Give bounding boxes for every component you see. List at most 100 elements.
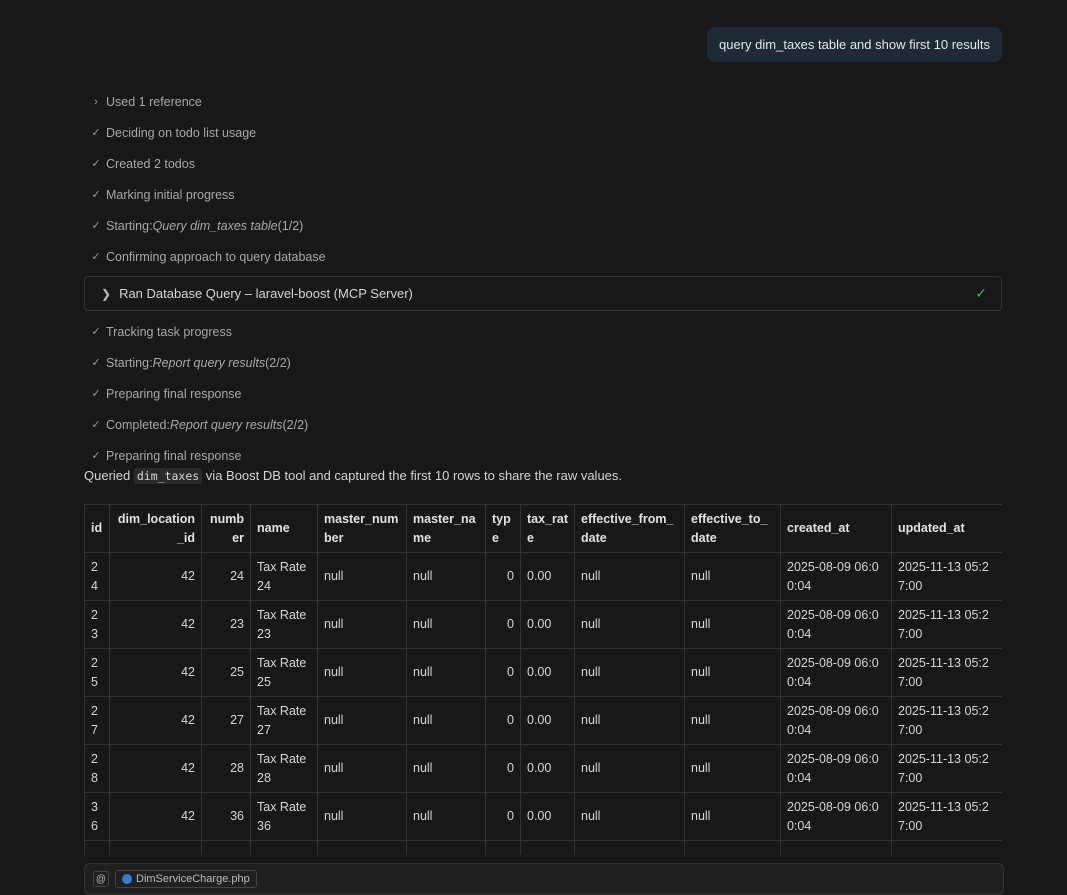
step-text: Confirming approach to query database <box>106 249 326 264</box>
step-task-name: Report query results <box>152 355 266 370</box>
column-header: id <box>84 504 110 553</box>
check-icon: ✓ <box>91 357 101 369</box>
table-row: 28 42 28 Tax Rate 28 null null 0 0.00 null null 20… <box>84 744 1002 793</box>
table-cell: 0 <box>485 792 521 841</box>
table-cell: 28 <box>201 744 251 793</box>
table-cell: null <box>317 696 407 745</box>
step-item: ✓ Starting: Report query results (2/2) <box>84 347 1002 378</box>
step-item[interactable]: › Used 1 reference <box>84 86 1002 117</box>
step-progress: (2/2) <box>265 355 291 370</box>
tool-call-database-query[interactable]: ❯ Ran Database Query – laravel-boost (MC… <box>84 276 1002 311</box>
column-header: dim_location_id <box>109 504 202 553</box>
step-text: Marking initial progress <box>106 187 235 202</box>
chevron-right-icon: › <box>94 95 98 108</box>
check-icon: ✓ <box>91 450 101 462</box>
check-icon: ✓ <box>91 326 101 338</box>
table-cell: Tax Rate 24 <box>250 552 318 601</box>
table-cell: null <box>317 792 407 841</box>
table-cell: null <box>406 552 486 601</box>
table-cell: 0 <box>485 600 521 649</box>
column-header: updated_at <box>891 504 1002 553</box>
table-cell: 24 <box>84 552 110 601</box>
table-cell: null <box>684 600 781 649</box>
step-text: Starting: <box>106 218 153 233</box>
table-cell: Tax Rate 28 <box>250 744 318 793</box>
table-cell: 2025-08-09 06:00:04 <box>780 648 892 697</box>
table-cell: null <box>317 552 407 601</box>
table-cell <box>520 840 575 855</box>
table-cell <box>201 840 251 855</box>
step-text: Tracking task progress <box>106 324 232 339</box>
table-cell: 2025-11-13 05:27:00 <box>891 744 1002 793</box>
step-text: Starting: <box>106 355 153 370</box>
table-cell: Tax Rate 25 <box>250 648 318 697</box>
table-cell: null <box>574 744 685 793</box>
step-text: Preparing final response <box>106 448 242 463</box>
chat-input-bar[interactable]: @ DimServiceCharge.php <box>84 863 1004 895</box>
step-item: ✓ Tracking task progress <box>84 316 1002 347</box>
step-progress: (2/2) <box>282 417 309 432</box>
table-cell: null <box>684 792 781 841</box>
table-row: 27 42 27 Tax Rate 27 null null 0 0.00 null null 20… <box>84 696 1002 745</box>
table-cell <box>574 840 685 855</box>
table-cell: 23 <box>84 600 110 649</box>
table-cell: 2025-11-13 05:27:00 <box>891 792 1002 841</box>
table-cell: 36 <box>84 792 110 841</box>
table-cell: 0 <box>485 696 521 745</box>
table-cell: 0.00 <box>520 696 575 745</box>
table-cell: 0 <box>485 552 521 601</box>
table-cell: 2025-08-09 <box>780 840 892 855</box>
table-cell: null <box>317 600 407 649</box>
table-row: 24 42 24 Tax Rate 24 null null 0 0.00 null null 20… <box>84 552 1002 601</box>
column-header: effective_to_date <box>684 504 781 553</box>
table-cell: 23 <box>201 600 251 649</box>
step-task-name: Query dim_taxes table <box>152 218 278 233</box>
table-cell: Tax Rate 36 <box>250 792 318 841</box>
table-cell: null <box>317 648 407 697</box>
php-file-icon <box>122 874 132 884</box>
check-icon: ✓ <box>91 251 101 263</box>
table-cell: null <box>684 696 781 745</box>
step-text: Preparing final response <box>106 386 242 401</box>
table-cell: Tax Rate 23 <box>250 600 318 649</box>
table-cell: null <box>574 696 685 745</box>
column-header: name <box>250 504 318 553</box>
column-header: tax_rate <box>520 504 575 553</box>
table-cell: null <box>574 648 685 697</box>
table-cell: null <box>406 648 486 697</box>
table-cell: 0 <box>485 648 521 697</box>
at-icon[interactable]: @ <box>93 871 109 887</box>
inline-code: dim_taxes <box>133 468 203 484</box>
table-cell: 2025-11-13 <box>891 840 1002 855</box>
check-icon: ✓ <box>91 220 101 232</box>
step-item: ✓ Marking initial progress <box>84 179 1002 210</box>
step-item: ✓ Created 2 todos <box>84 148 1002 179</box>
step-progress: (1/2) <box>277 218 304 233</box>
table-row: 36 42 36 Tax Rate 36 null null 0 0.00 null null 20… <box>84 792 1002 841</box>
table-cell: 24 <box>201 552 251 601</box>
table-cell: 36 <box>201 792 251 841</box>
table-cell: null <box>406 600 486 649</box>
table-cell: null <box>574 792 685 841</box>
table-cell: 25 <box>201 648 251 697</box>
table-cell: 42 <box>109 600 202 649</box>
table-cell: Tax Rate 27 <box>250 696 318 745</box>
column-header: created_at <box>780 504 892 553</box>
step-text: Completed: <box>106 417 170 432</box>
file-chip[interactable]: DimServiceCharge.php <box>115 870 257 888</box>
response-summary: Queried dim_taxes via Boost DB tool and … <box>84 468 622 484</box>
agent-steps: › Used 1 reference ✓ Deciding on todo list … <box>84 86 1002 471</box>
check-icon: ✓ <box>91 189 101 201</box>
step-item: ✓ Preparing final response <box>84 440 1002 471</box>
table-cell: 42 <box>109 792 202 841</box>
table-body: 24 42 24 Tax Rate 24 null null 0 0.00 null null 20… <box>84 552 1002 855</box>
table-cell <box>317 840 407 855</box>
table-cell: null <box>574 552 685 601</box>
table-cell: 2025-08-09 06:00:04 <box>780 792 892 841</box>
column-header: number <box>201 504 251 553</box>
table-cell: 0.00 <box>520 600 575 649</box>
step-item: ✓ Deciding on todo list usage <box>84 117 1002 148</box>
results-table-container[interactable]: id dim_location_id number name master_number… <box>84 504 1002 855</box>
step-item: ✓ Starting: Query dim_taxes table (1/2) <box>84 210 1002 241</box>
column-header: master_name <box>406 504 486 553</box>
